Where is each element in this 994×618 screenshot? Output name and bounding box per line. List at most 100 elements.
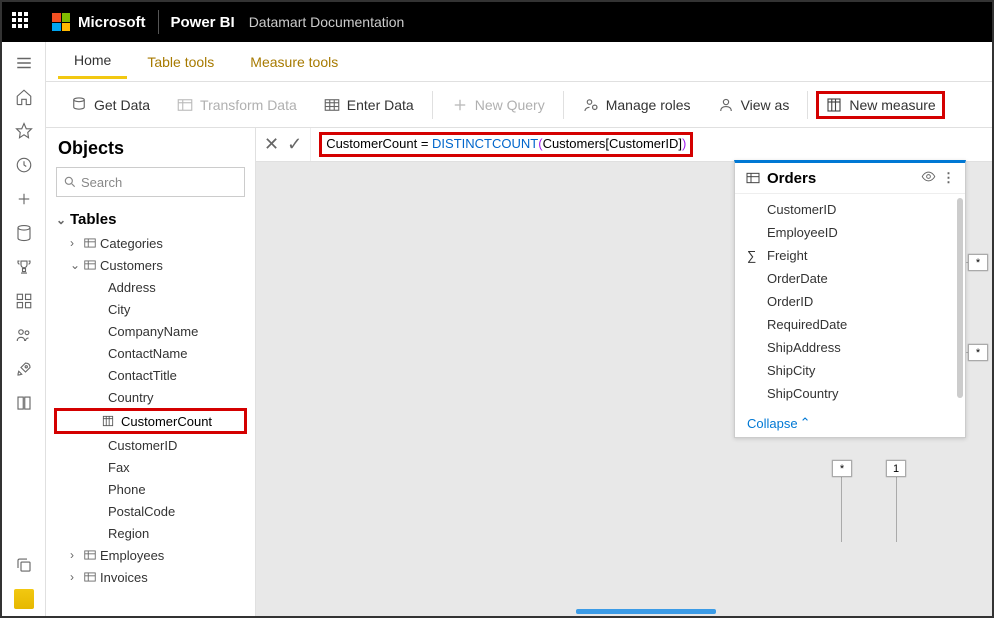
divider xyxy=(158,10,159,34)
field-fax[interactable]: Fax xyxy=(46,456,255,478)
table-invoices[interactable]: › Invoices xyxy=(46,566,255,588)
field-postal[interactable]: PostalCode xyxy=(46,500,255,522)
view-as-label: View as xyxy=(741,97,790,113)
orders-field-shipcity[interactable]: ShipCity xyxy=(735,359,965,382)
header-bar: Microsoft Power BI Datamart Documentatio… xyxy=(2,2,992,42)
trophy-icon[interactable] xyxy=(3,250,45,284)
table-categories[interactable]: › Categories xyxy=(46,232,255,254)
orders-field-shipaddress[interactable]: ShipAddress xyxy=(735,336,965,359)
formula-prefix: CustomerCount = xyxy=(326,136,432,151)
apps-icon[interactable] xyxy=(3,284,45,318)
table-employees[interactable]: › Employees xyxy=(46,544,255,566)
star-icon[interactable] xyxy=(3,114,45,148)
field-contact-title[interactable]: ContactTitle xyxy=(46,364,255,386)
field-city[interactable]: City xyxy=(46,298,255,320)
clock-icon[interactable] xyxy=(3,148,45,182)
transform-data-button[interactable]: Transform Data xyxy=(166,90,307,120)
scrollbar[interactable] xyxy=(957,198,963,398)
formula-bar: ✕ ✓ CustomerCount = DISTINCTCOUNT(Custom… xyxy=(256,128,992,162)
powerbi-icon[interactable] xyxy=(3,582,45,616)
enter-data-label: Enter Data xyxy=(347,97,414,113)
ribbon-tabs: Home Table tools Measure tools xyxy=(46,42,992,82)
table-icon xyxy=(745,170,761,186)
sidebar-title: Objects xyxy=(46,134,255,167)
people-icon[interactable] xyxy=(3,318,45,352)
formula-function: DISTINCTCOUNT xyxy=(432,136,538,151)
eye-icon[interactable] xyxy=(921,169,936,187)
chevron-down-icon: ⌄ xyxy=(56,213,66,227)
app-launcher-icon[interactable] xyxy=(12,12,32,32)
table-customers[interactable]: ⌄ Customers xyxy=(46,254,255,276)
orders-field-shipcountry[interactable]: ShipCountry xyxy=(735,382,965,405)
formula-arg: Customers[CustomerID] xyxy=(543,136,682,151)
orders-title: Orders xyxy=(767,170,816,187)
field-contact-name[interactable]: ContactName xyxy=(46,342,255,364)
database-icon[interactable] xyxy=(3,216,45,250)
toolbar: Get Data Transform Data Enter Data New Q… xyxy=(46,82,992,128)
section-tables[interactable]: ⌄ Tables xyxy=(46,207,255,232)
chevron-right-icon: › xyxy=(70,570,80,584)
app-name: Power BI xyxy=(171,14,235,31)
search-placeholder: Search xyxy=(81,175,122,190)
new-query-label: New Query xyxy=(475,97,545,113)
field-phone[interactable]: Phone xyxy=(46,478,255,500)
cardinality-marker: * xyxy=(968,344,988,361)
collapse-link[interactable]: Collapse ⌃ xyxy=(735,409,965,437)
formula-input[interactable]: CustomerCount = DISTINCTCOUNT(Customers[… xyxy=(310,128,992,161)
field-customer-id[interactable]: CustomerID xyxy=(46,434,255,456)
get-data-button[interactable]: Get Data xyxy=(60,90,160,120)
chevron-up-icon: ⌃ xyxy=(800,415,811,431)
field-company[interactable]: CompanyName xyxy=(46,320,255,342)
divider xyxy=(563,91,564,119)
copy-icon[interactable] xyxy=(3,548,45,582)
plus-icon[interactable] xyxy=(3,182,45,216)
tab-measure-tools[interactable]: Measure tools xyxy=(234,46,354,78)
chevron-right-icon: › xyxy=(70,548,80,562)
table-card-orders[interactable]: Orders ⋮ CustomerID EmployeeID ∑Freight xyxy=(734,160,966,438)
formula-close: ) xyxy=(682,136,686,151)
horizontal-scrollbar[interactable] xyxy=(576,609,716,614)
chevron-right-icon: › xyxy=(70,236,80,250)
more-icon[interactable]: ⋮ xyxy=(942,170,955,186)
tab-table-tools[interactable]: Table tools xyxy=(131,46,230,78)
table-icon xyxy=(83,258,97,272)
orders-field-requireddate[interactable]: RequiredDate xyxy=(735,313,965,336)
orders-field-employeeid[interactable]: EmployeeID xyxy=(735,221,965,244)
transform-data-label: Transform Data xyxy=(200,97,297,113)
enter-data-button[interactable]: Enter Data xyxy=(313,90,424,120)
rocket-icon[interactable] xyxy=(3,352,45,386)
objects-sidebar: Objects Search ⌄ Tables › Categories ⌄ xyxy=(46,128,256,616)
home-icon[interactable] xyxy=(3,80,45,114)
book-icon[interactable] xyxy=(3,386,45,420)
cardinality-marker: 1 xyxy=(886,460,906,477)
new-query-button[interactable]: New Query xyxy=(441,90,555,120)
sigma-icon: ∑ xyxy=(747,248,756,263)
orders-field-orderid[interactable]: OrderID xyxy=(735,290,965,313)
field-country[interactable]: Country xyxy=(46,386,255,408)
left-nav-rail xyxy=(2,42,46,616)
measure-icon xyxy=(101,414,115,428)
orders-field-customerid[interactable]: CustomerID xyxy=(735,198,965,221)
view-as-button[interactable]: View as xyxy=(707,90,800,120)
cardinality-marker: * xyxy=(968,254,988,271)
manage-roles-label: Manage roles xyxy=(606,97,691,113)
menu-icon[interactable] xyxy=(3,46,45,80)
chevron-down-icon: ⌄ xyxy=(70,258,80,272)
commit-icon[interactable]: ✓ xyxy=(287,134,302,155)
tab-home[interactable]: Home xyxy=(58,44,127,79)
table-icon xyxy=(83,236,97,250)
model-canvas[interactable]: ✕ ✓ CustomerCount = DISTINCTCOUNT(Custom… xyxy=(256,128,992,616)
new-measure-button[interactable]: New measure xyxy=(816,91,944,119)
field-address[interactable]: Address xyxy=(46,276,255,298)
brand-label: Microsoft xyxy=(78,14,146,31)
field-customer-count[interactable]: CustomerCount xyxy=(54,408,247,434)
orders-field-orderdate[interactable]: OrderDate xyxy=(735,267,965,290)
field-region[interactable]: Region xyxy=(46,522,255,544)
microsoft-logo-icon xyxy=(52,13,70,31)
new-measure-label: New measure xyxy=(849,97,935,113)
search-input[interactable]: Search xyxy=(56,167,245,197)
orders-field-freight[interactable]: ∑Freight xyxy=(735,244,965,267)
cancel-icon[interactable]: ✕ xyxy=(264,134,279,155)
manage-roles-button[interactable]: Manage roles xyxy=(572,90,701,120)
table-icon xyxy=(83,570,97,584)
